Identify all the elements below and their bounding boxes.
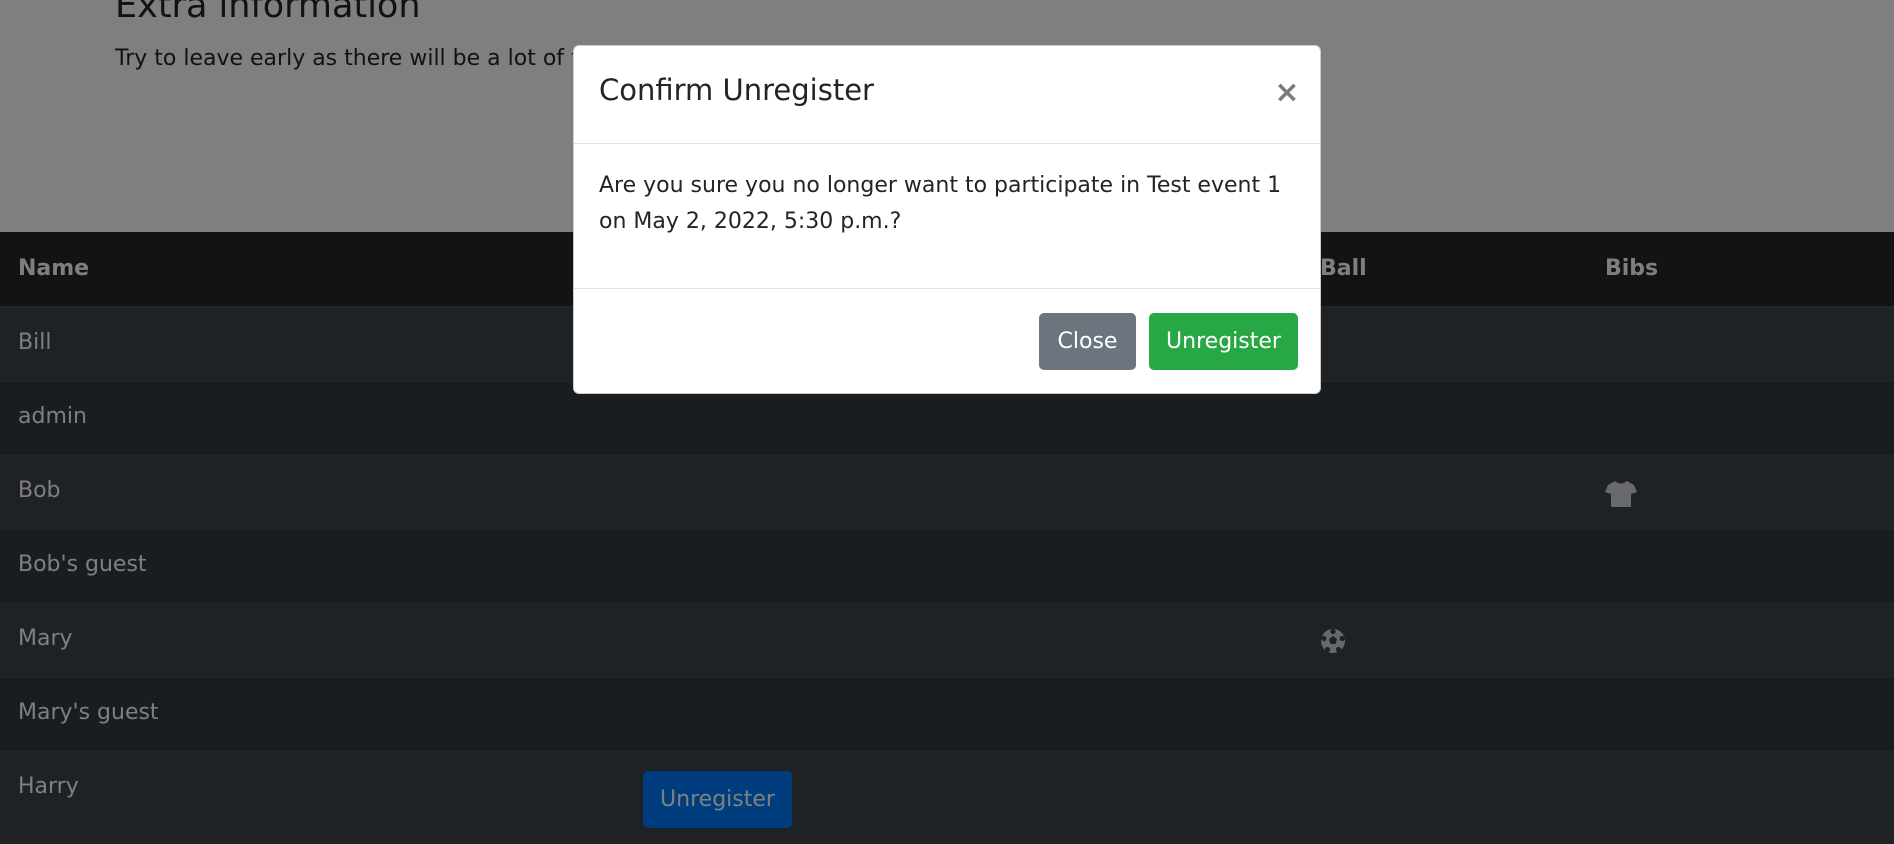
confirm-unregister-dialog: Confirm Unregister × Are you sure you no… [573, 45, 1321, 394]
modal-title: Confirm Unregister [599, 73, 874, 107]
close-icon[interactable]: × [1270, 76, 1304, 110]
modal-header: Confirm Unregister × [574, 46, 1320, 144]
modal-body-text: Are you sure you no longer want to parti… [599, 173, 1282, 234]
close-button[interactable]: Close [1039, 313, 1136, 370]
unregister-button[interactable]: Unregister [1149, 313, 1298, 370]
modal-footer: Close Unregister [574, 288, 1320, 394]
